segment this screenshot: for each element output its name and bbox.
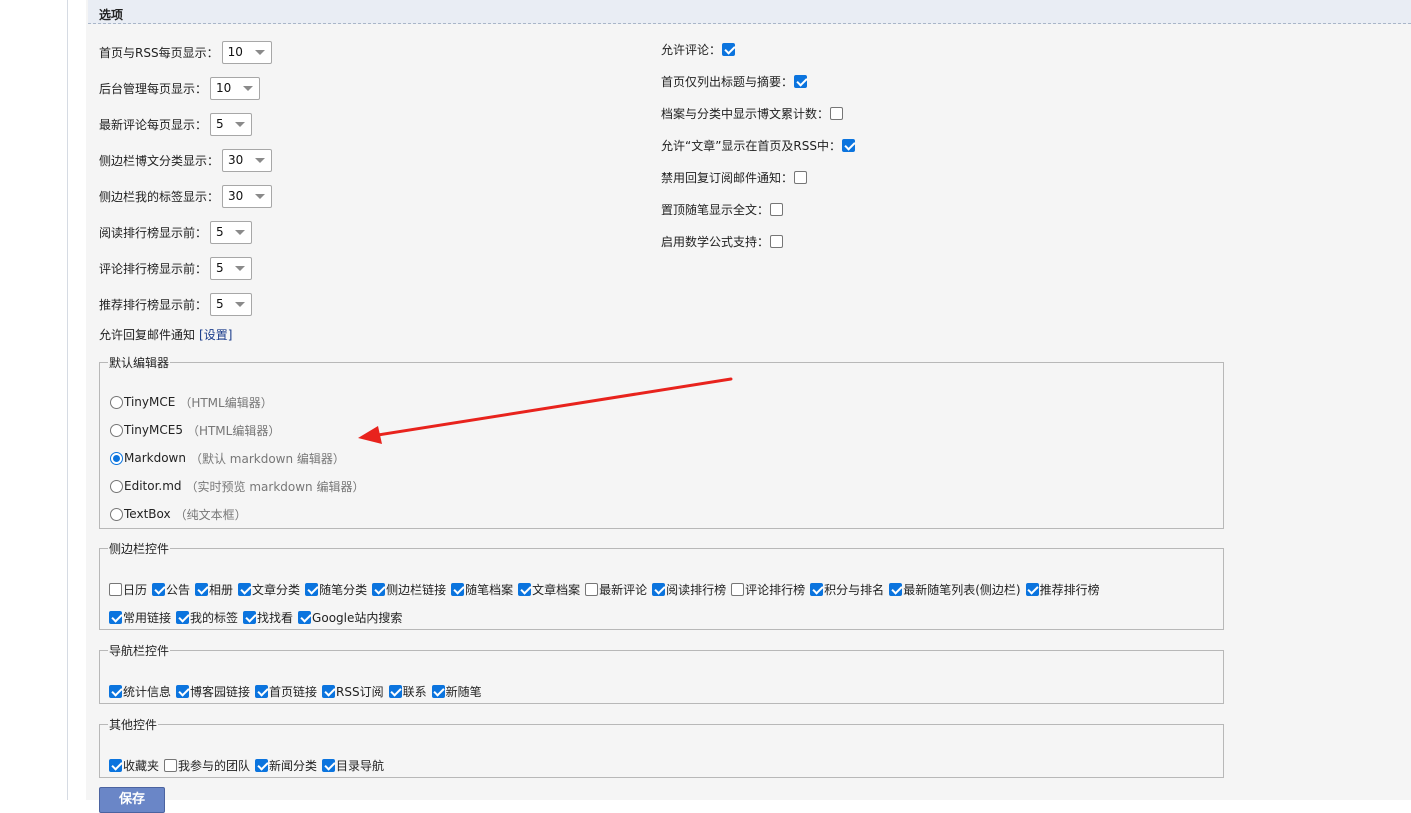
- arrow-shaft: [376, 377, 733, 437]
- arrow-head: [358, 426, 382, 444]
- annotation-arrow-icon: [358, 377, 733, 444]
